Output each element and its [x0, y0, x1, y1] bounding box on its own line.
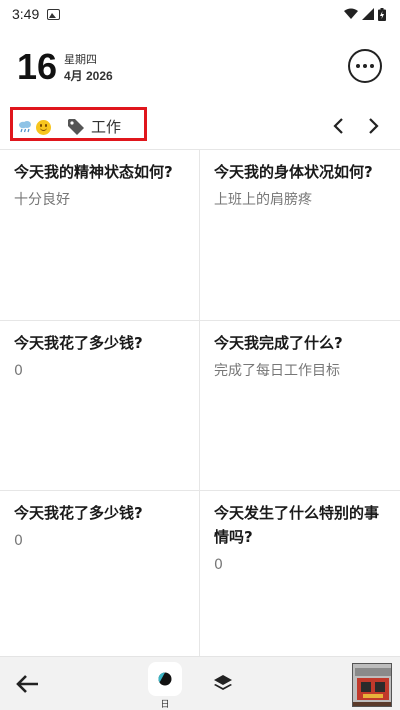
question-text: 今天我花了多少钱?: [14, 504, 143, 522]
question-text: 今天发生了什么特别的事情吗?: [214, 504, 380, 546]
question-card[interactable]: 今天我花了多少钱? 0: [0, 491, 200, 657]
question-grid: 今天我的精神状态如何? 十分良好 今天我的身体状况如何? 上班上的肩膀疼 今天我…: [0, 149, 400, 657]
bottom-toolbar: 日: [0, 656, 400, 710]
month-year-label: 4月 2026: [64, 69, 113, 83]
question-card[interactable]: 今天我的精神状态如何? 十分良好: [0, 150, 200, 321]
question-card[interactable]: 今天我的身体状况如何? 上班上的肩膀疼: [200, 150, 400, 321]
question-card[interactable]: 今天发生了什么特别的事情吗? 0: [200, 491, 400, 657]
more-dot-icon: [370, 64, 374, 68]
answer-text: 0: [14, 533, 23, 549]
wifi-icon: [344, 8, 358, 19]
answer-text: 0: [14, 363, 23, 379]
tag-label[interactable]: 工作: [91, 116, 121, 137]
weekday-label: 星期四: [64, 53, 97, 66]
status-bar: 3:49: [0, 0, 400, 28]
photo-image: [353, 664, 391, 706]
tag-icon[interactable]: [67, 118, 85, 136]
question-text: 今天我的精神状态如何?: [14, 163, 173, 181]
battery-icon: [378, 7, 386, 21]
image-notification-icon: [47, 8, 61, 20]
cloud-rain-icon[interactable]: [18, 119, 32, 133]
day-number: 16: [17, 46, 58, 87]
next-day-button[interactable]: [363, 116, 383, 136]
smiley-face-icon[interactable]: [36, 120, 51, 135]
arrow-left-icon[interactable]: [14, 672, 40, 696]
prev-day-button[interactable]: [329, 116, 349, 136]
photo-thumbnail[interactable]: [352, 663, 392, 707]
question-text: 今天我的身体状况如何?: [214, 163, 373, 181]
more-dot-icon: [356, 64, 360, 68]
question-card[interactable]: 今天我完成了什么? 完成了每日工作目标: [200, 321, 400, 491]
signal-icon: [362, 8, 374, 20]
question-card[interactable]: 今天我花了多少钱? 0: [0, 321, 200, 491]
more-options-button[interactable]: [348, 49, 382, 83]
answer-text: 0: [214, 557, 223, 573]
date-header: 16 星期四 4月 2026: [0, 40, 400, 96]
answer-text: 上班上的肩膀疼: [214, 192, 312, 208]
status-time: 3:49: [12, 6, 40, 22]
layers-icon[interactable]: [212, 673, 234, 695]
answer-text: 完成了每日工作目标: [214, 363, 340, 379]
day-view-button[interactable]: [148, 662, 182, 696]
more-dot-icon: [363, 64, 367, 68]
half-circle-icon: [158, 672, 172, 686]
answer-text: 十分良好: [14, 192, 70, 208]
question-text: 今天我完成了什么?: [214, 334, 343, 352]
status-icons: [344, 7, 386, 21]
tag-row: 工作: [0, 104, 400, 144]
day-view-label: 日: [160, 700, 170, 710]
question-text: 今天我花了多少钱?: [14, 334, 143, 352]
